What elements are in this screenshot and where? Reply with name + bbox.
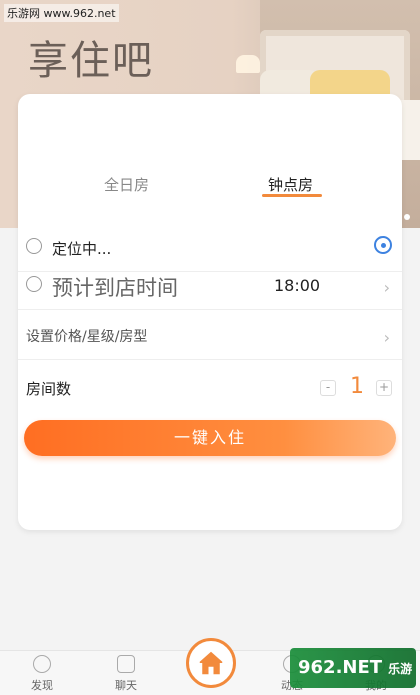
watermark-brand: 962.NET <box>298 657 383 678</box>
home-icon <box>199 651 223 675</box>
rooms-quantity: 1 <box>350 374 364 399</box>
booking-card: 全日房 钟点房 定位中... 预计到店时间 18:00 › 设置价格/星级/房型… <box>18 94 402 530</box>
location-pin-icon <box>26 238 42 254</box>
tab-full-day[interactable]: 全日房 <box>104 174 149 195</box>
quick-checkin-button[interactable]: 一键入住 <box>24 420 396 456</box>
arrival-time-value: 18:00 <box>274 276 321 295</box>
rooms-label: 房间数 <box>26 380 72 398</box>
watermark-bottom: 962.NET乐游网 <box>290 648 416 688</box>
hero-title: 享住吧 <box>28 38 154 84</box>
watermark-top: 乐游网 www.962.net <box>4 4 119 22</box>
booking-tabs: 全日房 钟点房 <box>18 168 402 200</box>
rooms-increment-button[interactable]: + <box>376 380 392 396</box>
home-button[interactable] <box>186 638 236 688</box>
chevron-right-icon: › <box>383 328 390 347</box>
chat-icon <box>117 655 135 673</box>
filter-row[interactable]: 设置价格/星级/房型 › <box>18 310 402 360</box>
arrival-time-row[interactable]: 预计到店时间 18:00 › <box>18 260 402 310</box>
tab-hourly[interactable]: 钟点房 <box>268 174 313 195</box>
rooms-row: 房间数 - 1 + <box>18 362 402 412</box>
tab-discover[interactable]: 发现 <box>22 655 62 693</box>
tab-chat-label: 聊天 <box>115 679 137 692</box>
tab-active-indicator <box>262 194 322 197</box>
hero-lamp <box>236 55 260 73</box>
tab-discover-label: 发现 <box>31 679 53 692</box>
filter-label: 设置价格/星级/房型 <box>26 329 148 345</box>
rooms-decrement-button[interactable]: - <box>320 380 336 396</box>
location-text: 定位中... <box>52 240 112 258</box>
tab-chat[interactable]: 聊天 <box>106 655 146 693</box>
compass-icon <box>33 655 51 673</box>
clock-icon <box>26 276 42 292</box>
arrival-time-label: 预计到店时间 <box>52 276 178 300</box>
locate-crosshair-icon[interactable] <box>374 236 392 254</box>
chevron-right-icon: › <box>383 278 390 297</box>
banner-indicator-dot[interactable] <box>404 214 410 220</box>
